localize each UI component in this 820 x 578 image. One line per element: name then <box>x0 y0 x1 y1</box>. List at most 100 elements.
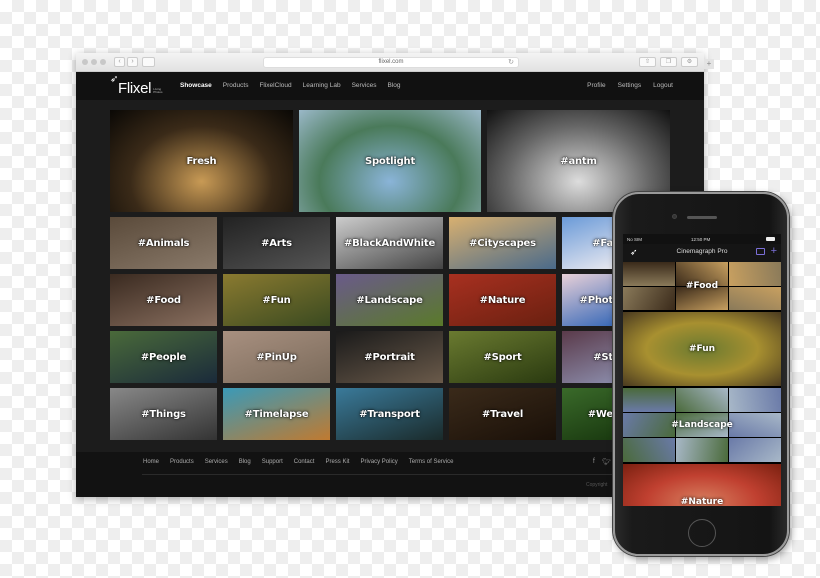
footer-link-privacy-policy[interactable]: Privacy Policy <box>360 459 397 465</box>
category-tile[interactable]: #St <box>562 331 613 383</box>
category-tile[interactable]: #Things <box>110 388 217 440</box>
category-tile[interactable]: #Food <box>110 274 217 326</box>
footer-link-home[interactable]: Home <box>143 459 159 465</box>
category-tile-label: #Timelapse <box>244 408 309 420</box>
footer-link-services[interactable]: Services <box>205 459 228 465</box>
footer-links: Home Products Services Blog Support Contact Pr… <box>143 459 453 465</box>
category-tile-label: #Fa <box>592 237 613 249</box>
reload-icon[interactable]: ↻ <box>508 58 514 67</box>
status-time: 12:50 PM <box>691 237 711 242</box>
category-tile-label: #Arts <box>261 237 292 249</box>
footer-link-terms-of-service[interactable]: Terms of Service <box>409 459 454 465</box>
footer-link-press-kit[interactable]: Press Kit <box>325 459 349 465</box>
extensions-button[interactable]: ⚙ <box>681 57 698 67</box>
category-tile[interactable]: #Fun <box>223 274 330 326</box>
category-tile[interactable]: #Arts <box>223 217 330 269</box>
category-tile[interactable]: #PinUp <box>223 331 330 383</box>
category-tile[interactable]: #BlackAndWhite <box>336 217 443 269</box>
category-tile-label: #Cityscapes <box>469 237 536 249</box>
logo-tagline: Living Photos <box>153 87 163 94</box>
browser-window: ‹ › flixel.com ↻ ⇧ ❐ ⚙ + ➶ Flixel Living… <box>76 53 714 497</box>
back-button[interactable]: ‹ <box>114 57 125 67</box>
thumbnail <box>623 388 675 412</box>
folder-icon[interactable] <box>756 248 765 255</box>
nav-item-flixelcloud[interactable]: FlixelCloud <box>259 82 291 89</box>
category-tile-label: #Portrait <box>364 351 415 363</box>
thumbnail <box>729 388 781 412</box>
category-tile[interactable]: #Travel <box>449 388 556 440</box>
thumbnail <box>623 438 675 462</box>
category-tile[interactable]: #Timelapse <box>223 388 330 440</box>
twitter-icon[interactable]: 🐦︎ <box>602 458 611 466</box>
footer-link-products[interactable]: Products <box>170 459 194 465</box>
close-window-button[interactable] <box>82 59 88 65</box>
forward-button[interactable]: › <box>127 57 138 67</box>
facebook-icon[interactable]: f <box>593 458 595 466</box>
featured-tile[interactable]: Fresh <box>110 110 293 212</box>
category-tile[interactable]: #Portrait <box>336 331 443 383</box>
category-tile[interactable]: #People <box>110 331 217 383</box>
nav-item-products[interactable]: Products <box>223 82 249 89</box>
footer-link-support[interactable]: Support <box>262 459 283 465</box>
feed-item[interactable]: #Landscape <box>623 388 781 462</box>
feed-item-label: #Fun <box>688 344 716 354</box>
category-tile[interactable]: #Fa <box>562 217 613 269</box>
home-button[interactable] <box>688 519 716 547</box>
category-tile[interactable]: #We <box>562 388 613 440</box>
share-button[interactable]: ⇧ <box>639 57 656 67</box>
thumbnail <box>623 262 675 286</box>
thumbnail <box>729 286 781 310</box>
tabs-button[interactable]: ❐ <box>660 57 677 67</box>
category-tile-label: #Nature <box>479 294 526 306</box>
category-tile-label: #Phot <box>579 294 613 306</box>
category-tile[interactable]: #Landscape <box>336 274 443 326</box>
category-tile-label: #Travel <box>481 408 524 420</box>
thumbnail <box>729 262 781 286</box>
category-tile-label: #Fun <box>262 294 291 306</box>
nav-item-learning-lab[interactable]: Learning Lab <box>303 82 341 89</box>
minimize-window-button[interactable] <box>91 59 97 65</box>
featured-tile-label: Spotlight <box>364 155 416 167</box>
footer-link-blog[interactable]: Blog <box>239 459 251 465</box>
maximize-window-button[interactable] <box>100 59 106 65</box>
category-tile[interactable]: #Nature <box>449 274 556 326</box>
nav-item-logout[interactable]: Logout <box>653 82 673 89</box>
category-tile[interactable]: #Animals <box>110 217 217 269</box>
earpiece-speaker <box>687 216 717 219</box>
nav-item-showcase[interactable]: Showcase <box>180 82 212 89</box>
category-tile-label: #Landscape <box>356 294 423 306</box>
flixel-logo[interactable]: ➶ Flixel Living Photos <box>110 74 163 97</box>
nav-item-settings[interactable]: Settings <box>618 82 642 89</box>
category-tile-label: #St <box>593 351 613 363</box>
feed-item[interactable]: #Fun <box>623 312 781 386</box>
feed-item[interactable]: #Food <box>623 262 781 310</box>
category-tile[interactable]: #Cityscapes <box>449 217 556 269</box>
featured-tile-label: #antm <box>560 155 597 167</box>
account-nav: Profile Settings Logout <box>587 82 673 89</box>
category-tile[interactable]: #Sport <box>449 331 556 383</box>
thumbnail <box>623 413 675 437</box>
showcase-grid: Fresh Spotlight #antm #Animals #Arts #BlackAn… <box>76 100 704 452</box>
category-tile-label: #We <box>587 408 613 420</box>
nav-item-services[interactable]: Services <box>352 82 377 89</box>
site-footer: Home Products Services Blog Support Contact Pr… <box>76 452 704 497</box>
category-tile[interactable]: #Transport <box>336 388 443 440</box>
category-tile[interactable]: #Phot <box>562 274 613 326</box>
nav-item-blog[interactable]: Blog <box>388 82 401 89</box>
featured-tile[interactable]: Spotlight <box>299 110 481 212</box>
address-bar[interactable]: flixel.com ↻ <box>263 57 519 68</box>
new-tab-button[interactable]: + <box>704 59 714 69</box>
sidebar-toggle-button[interactable] <box>142 57 155 67</box>
feed-item[interactable]: #Nature <box>623 464 781 506</box>
site-header: ➶ Flixel Living Photos Showcase Products F… <box>76 72 704 100</box>
plus-icon[interactable]: + <box>771 245 777 257</box>
thumbnail <box>623 286 675 310</box>
thumbnail <box>676 388 728 412</box>
bird-logo-icon: ➶ <box>110 74 119 85</box>
category-tile-label: #PinUp <box>256 351 297 363</box>
nav-item-profile[interactable]: Profile <box>587 82 605 89</box>
footer-link-contact[interactable]: Contact <box>294 459 315 465</box>
app-header: ➶ Cinemagraph Pro + <box>623 244 781 262</box>
thumbnail <box>676 438 728 462</box>
category-tile-label: #Food <box>146 294 181 306</box>
